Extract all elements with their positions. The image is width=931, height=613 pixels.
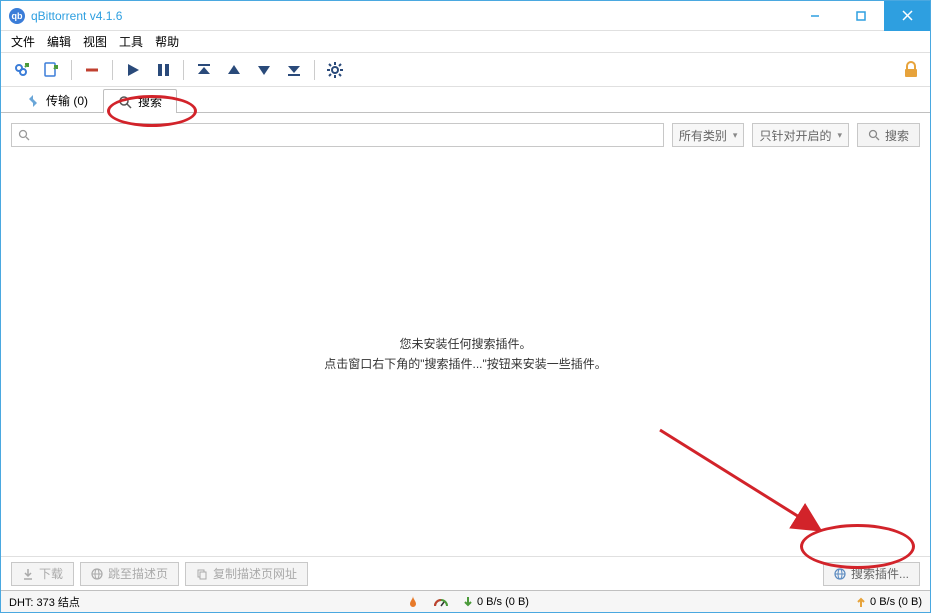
chevron-down-icon: ▾: [837, 130, 842, 141]
search-plugins-label: 搜索插件...: [851, 565, 909, 582]
goto-desc-label: 跳至描述页: [108, 565, 168, 582]
move-up-icon[interactable]: [222, 58, 246, 82]
status-speed-icon: [433, 596, 449, 608]
search-button[interactable]: 搜索: [857, 123, 920, 147]
minimize-button[interactable]: [792, 1, 838, 31]
resume-icon[interactable]: [121, 58, 145, 82]
goto-desc-button[interactable]: 跳至描述页: [80, 562, 179, 586]
move-down-icon[interactable]: [252, 58, 276, 82]
app-window: qb qBittorrent v4.1.6 文件 编辑 视图 工具 帮助: [0, 0, 931, 613]
status-firewall-icon: [407, 595, 419, 609]
footer-bar: 下载 跳至描述页 复制描述页网址 搜索插件...: [1, 556, 930, 590]
transfers-icon: [26, 94, 40, 108]
download-icon: [22, 568, 34, 580]
category-dropdown[interactable]: 所有类别 ▾: [672, 123, 745, 147]
download-label: 下载: [39, 565, 63, 582]
download-button[interactable]: 下载: [11, 562, 74, 586]
globe-icon: [91, 568, 103, 580]
search-bar: 所有类别 ▾ 只针对开启的 ▾ 搜索: [1, 117, 930, 153]
copy-desc-label: 复制描述页网址: [213, 565, 297, 582]
menubar: 文件 编辑 视图 工具 帮助: [1, 31, 930, 53]
search-results-empty: 您未安装任何搜索插件。 点击窗口右下角的"搜索插件..."按钮来安装一些插件。: [1, 153, 930, 556]
remove-icon[interactable]: [80, 58, 104, 82]
empty-line1: 您未安装任何搜索插件。: [399, 335, 531, 354]
status-upload: 0 B/s (0 B): [856, 596, 922, 608]
menu-file[interactable]: 文件: [11, 33, 35, 50]
menu-edit[interactable]: 编辑: [47, 33, 71, 50]
upload-arrow-icon: [856, 596, 866, 608]
menu-view[interactable]: 视图: [83, 33, 107, 50]
tab-transfers[interactable]: 传输 (0): [11, 88, 103, 112]
window-controls: [792, 1, 930, 31]
lock-icon[interactable]: [902, 61, 920, 79]
add-torrent-icon[interactable]: [39, 58, 63, 82]
search-field-icon: [18, 129, 30, 141]
menu-help[interactable]: 帮助: [155, 33, 179, 50]
globe-icon: [834, 568, 846, 580]
toolbar: [1, 53, 930, 87]
app-icon: qb: [9, 8, 25, 24]
pause-icon[interactable]: [151, 58, 175, 82]
window-title: qBittorrent v4.1.6: [31, 9, 792, 23]
statusbar: DHT: 373 结点 0 B/s (0 B) 0 B/s (0 B): [1, 590, 930, 612]
copy-icon: [196, 568, 208, 580]
toolbar-separator: [71, 60, 72, 80]
status-download: 0 B/s (0 B): [463, 596, 529, 608]
move-bottom-icon[interactable]: [282, 58, 306, 82]
toolbar-separator: [112, 60, 113, 80]
settings-icon[interactable]: [323, 58, 347, 82]
tab-transfers-label: 传输 (0): [46, 92, 88, 109]
maximize-button[interactable]: [838, 1, 884, 31]
search-button-icon: [868, 129, 880, 141]
search-button-label: 搜索: [885, 127, 909, 144]
titlebar: qb qBittorrent v4.1.6: [1, 1, 930, 31]
search-plugins-button[interactable]: 搜索插件...: [823, 562, 920, 586]
copy-desc-button[interactable]: 复制描述页网址: [185, 562, 308, 586]
move-top-icon[interactable]: [192, 58, 216, 82]
category-label: 所有类别: [679, 127, 727, 144]
chevron-down-icon: ▾: [733, 130, 738, 141]
target-dropdown[interactable]: 只针对开启的 ▾: [752, 123, 849, 147]
menu-tools[interactable]: 工具: [119, 33, 143, 50]
tab-search[interactable]: 搜索: [103, 89, 177, 113]
add-link-icon[interactable]: [9, 58, 33, 82]
tab-search-label: 搜索: [138, 93, 162, 110]
toolbar-separator: [183, 60, 184, 80]
search-input[interactable]: [34, 128, 657, 142]
tabbar: 传输 (0) 搜索: [1, 87, 930, 113]
close-button[interactable]: [884, 1, 930, 31]
toolbar-separator: [314, 60, 315, 80]
empty-line2: 点击窗口右下角的"搜索插件..."按钮来安装一些插件。: [324, 355, 607, 374]
search-icon: [118, 95, 132, 109]
search-input-wrapper[interactable]: [11, 123, 664, 147]
target-label: 只针对开启的: [759, 127, 831, 144]
status-dht: DHT: 373 结点: [9, 594, 80, 610]
download-arrow-icon: [463, 596, 473, 608]
